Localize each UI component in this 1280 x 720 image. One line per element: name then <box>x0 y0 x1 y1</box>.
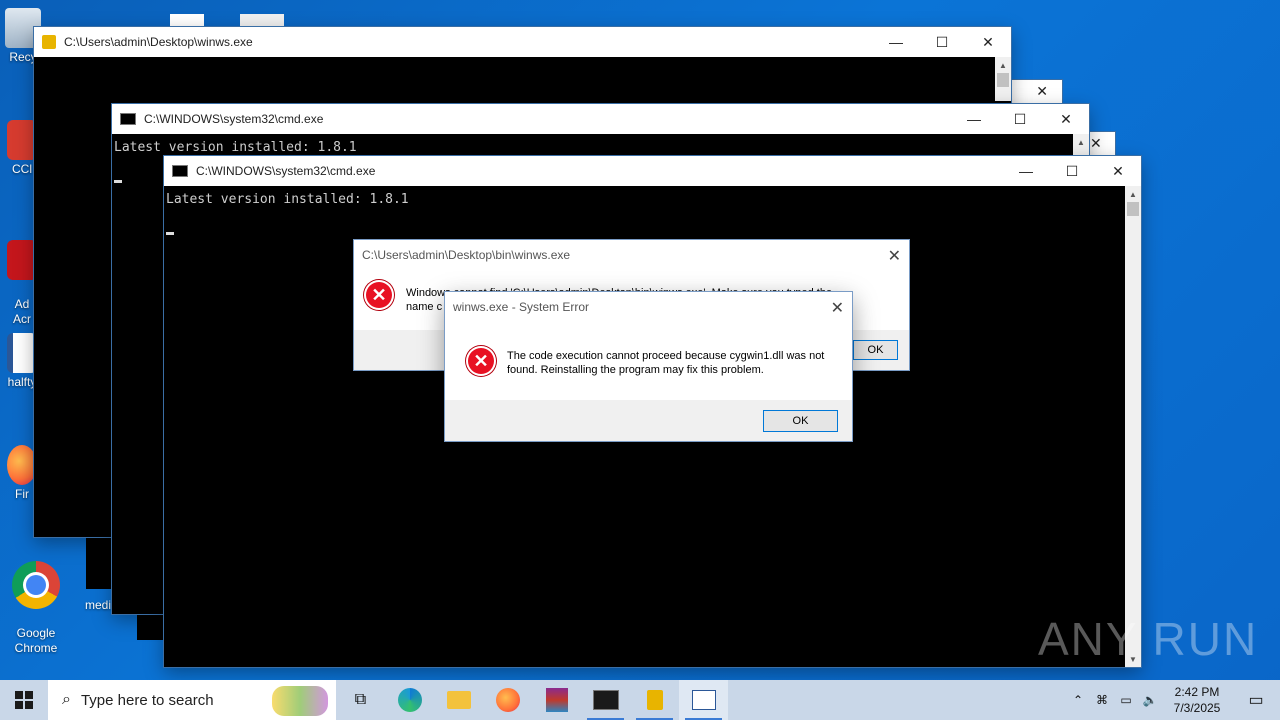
maximize-button[interactable]: ☐ <box>1049 156 1095 186</box>
dialog-titlebar[interactable]: winws.exe - System Error ✕ <box>445 292 852 322</box>
dialog-message: The code execution cannot proceed becaus… <box>507 350 825 376</box>
close-button[interactable]: ✕ <box>965 27 1011 57</box>
close-button[interactable]: ✕ <box>1095 156 1141 186</box>
desktop-icon-google-chrome[interactable]: Google Chrome <box>0 546 72 656</box>
hidden-window-a[interactable]: ✕ <box>1012 80 1062 104</box>
taskbar-firefox[interactable] <box>483 680 532 720</box>
lock-icon <box>42 35 56 49</box>
minimize-button[interactable]: — <box>873 27 919 57</box>
ok-button[interactable]: OK <box>763 410 838 432</box>
scroll-thumb[interactable] <box>1127 202 1139 216</box>
scroll-thumb[interactable] <box>997 73 1009 87</box>
error-icon: ✕ <box>364 280 394 310</box>
lock-icon <box>646 690 663 710</box>
edge-icon <box>397 688 422 712</box>
scroll-up-arrow[interactable]: ▲ <box>1073 134 1089 150</box>
vertical-scrollbar[interactable]: ▲ <box>995 57 1011 101</box>
taskbar-error-dialog[interactable] <box>679 680 728 720</box>
system-tray: ⌃ ⌘ ▭ 🔈 2:42 PM 7/3/2025 ▭ <box>1066 680 1280 720</box>
ok-button[interactable]: OK <box>853 340 898 360</box>
acrobat-icon <box>7 240 37 280</box>
start-button[interactable] <box>0 680 48 720</box>
background-window-4[interactable] <box>240 14 284 28</box>
close-icon[interactable]: ✕ <box>1036 83 1048 100</box>
vertical-scrollbar[interactable]: ▲ ▼ <box>1125 186 1141 667</box>
clock-time: 2:42 PM <box>1174 685 1220 699</box>
desktop-icon-label: Recy <box>9 50 37 64</box>
desktop-icon-label: medi <box>84 598 111 612</box>
taskbar-edge[interactable] <box>385 680 434 720</box>
close-icon[interactable]: ✕ <box>1090 135 1102 152</box>
vertical-scrollbar[interactable]: ▲ <box>1073 134 1089 156</box>
search-icon: ⌕ <box>62 691 71 708</box>
minimize-button[interactable]: — <box>1003 156 1049 186</box>
dialog-window-icon <box>691 690 716 710</box>
dialog-title: winws.exe - System Error <box>453 300 590 314</box>
window-title: C:\WINDOWS\system32\cmd.exe <box>196 164 376 178</box>
taskbar: ⌕ Type here to search ⧉ ⌃ ⌘ ▭ 🔈 2:42 PM … <box>0 680 1280 720</box>
dialog-footer: OK <box>445 400 852 441</box>
background-window-2[interactable] <box>137 612 167 640</box>
ethernet-icon[interactable]: ▭ <box>1114 693 1138 707</box>
cmd-icon <box>120 113 136 125</box>
minimize-button[interactable]: — <box>951 104 997 134</box>
tray-overflow-icon[interactable]: ⌃ <box>1066 693 1090 707</box>
desktop-icon-label: Google Chrome <box>14 626 58 655</box>
cmd-icon <box>592 690 619 710</box>
error-icon: ✕ <box>466 346 496 376</box>
window-titlebar[interactable]: C:\WINDOWS\system32\cmd.exe — ☐ ✕ <box>164 156 1141 186</box>
network-icon[interactable]: ⌘ <box>1090 693 1114 707</box>
taskbar-file-explorer[interactable] <box>434 680 483 720</box>
word-icon <box>7 333 37 373</box>
scroll-up-arrow[interactable]: ▲ <box>1125 186 1141 202</box>
windows-logo-icon <box>15 691 33 709</box>
desktop-icon-label: CCl <box>12 162 32 176</box>
clock-date: 7/3/2025 <box>1173 701 1221 715</box>
close-button[interactable]: ✕ <box>888 246 901 266</box>
anyrun-watermark: ANY RUN <box>1038 613 1259 665</box>
taskbar-cmd[interactable] <box>581 680 630 720</box>
maximize-button[interactable]: ☐ <box>997 104 1043 134</box>
console-cursor <box>166 232 174 235</box>
window-titlebar[interactable]: C:\Users\admin\Desktop\winws.exe — ☐ ✕ <box>34 27 1011 57</box>
close-button[interactable]: ✕ <box>1043 104 1089 134</box>
close-button[interactable]: ✕ <box>831 298 844 318</box>
dialog-titlebar[interactable]: C:\Users\admin\Desktop\bin\winws.exe ✕ <box>354 240 909 270</box>
notifications-icon[interactable]: ▭ <box>1232 690 1280 710</box>
folder-icon <box>446 691 471 709</box>
window-title: C:\WINDOWS\system32\cmd.exe <box>144 112 324 126</box>
system-error-dialog[interactable]: winws.exe - System Error ✕ ✕ The code ex… <box>445 292 852 441</box>
chrome-icon <box>12 561 60 609</box>
window-titlebar[interactable]: C:\WINDOWS\system32\cmd.exe — ☐ ✕ <box>112 104 1089 134</box>
hidden-window-b[interactable]: ✕ <box>1090 132 1115 156</box>
task-view-button[interactable]: ⧉ <box>336 680 385 720</box>
dialog-title: C:\Users\admin\Desktop\bin\winws.exe <box>362 248 571 262</box>
taskbar-clock[interactable]: 2:42 PM 7/3/2025 <box>1162 684 1232 716</box>
volume-icon[interactable]: 🔈 <box>1138 693 1162 707</box>
scroll-up-arrow[interactable]: ▲ <box>995 57 1011 73</box>
ccleaner-icon <box>7 120 37 160</box>
console-cursor <box>114 180 122 183</box>
task-view-icon: ⧉ <box>354 691 367 708</box>
desktop-icon-label: Ad Acr <box>13 297 31 326</box>
desktop-icon-label: Fir <box>15 487 29 501</box>
desktop-icon-label: halfty <box>7 375 37 389</box>
taskbar-search[interactable]: ⌕ Type here to search <box>48 680 336 720</box>
window-title: C:\Users\admin\Desktop\winws.exe <box>64 35 253 49</box>
firefox-icon <box>7 445 37 485</box>
firefox-icon <box>495 688 520 712</box>
taskbar-winws[interactable] <box>630 680 679 720</box>
winrar-icon <box>545 688 568 712</box>
background-window-3[interactable] <box>170 14 204 28</box>
search-highlight-icon <box>272 686 328 716</box>
search-placeholder: Type here to search <box>80 691 214 709</box>
cmd-icon <box>172 165 188 177</box>
maximize-button[interactable]: ☐ <box>919 27 965 57</box>
taskbar-winrar[interactable] <box>532 680 581 720</box>
